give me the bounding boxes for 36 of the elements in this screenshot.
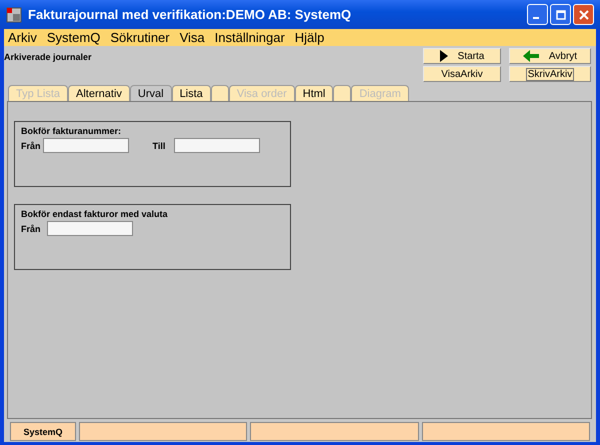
tab[interactable]: Alternativ [68,85,130,101]
section-heading: Arkiverade journaler [4,51,92,64]
action-button[interactable]: VisaArkiv [423,66,501,82]
tab[interactable]: Urval [130,85,172,101]
field-label: Från [21,140,42,150]
tab[interactable]: Html [294,85,334,101]
menu-item[interactable]: Hjälp [294,30,324,45]
menu-item[interactable]: SystemQ [46,30,100,45]
minimize-icon [532,16,538,18]
tab[interactable] [210,85,229,101]
maximize-button[interactable] [550,4,571,25]
window-title: Fakturajournal med verifikation:DEMO AB: SystemQ [28,7,352,22]
action-button[interactable]: Starta [423,48,501,64]
action-button[interactable]: Avbryt [509,48,591,64]
arrow-left-icon [522,50,539,62]
play-icon [440,50,448,62]
menu-item[interactable]: Sökrutiner [110,30,170,45]
minimize-button[interactable] [527,4,548,25]
input-field[interactable] [42,138,128,153]
menu-item[interactable]: Inställningar [214,30,285,45]
input-field[interactable] [47,221,133,236]
menu-item[interactable]: Arkiv [8,30,37,45]
field-label: Till [152,140,166,150]
input-field[interactable] [174,138,260,153]
group-title: Bokför endast fakturor med valuta [21,209,169,219]
group-title: Bokför fakturanummer: [21,126,122,136]
close-button[interactable] [573,4,594,25]
maximize-icon [556,10,566,20]
app-icon [6,6,22,22]
tab[interactable] [333,85,352,101]
close-icon [578,10,588,20]
status-cell: SystemQ [10,422,76,441]
tab[interactable]: Lista [172,85,211,101]
field-label: Från [21,224,42,234]
menu-item[interactable]: Visa [180,30,205,45]
action-button[interactable]: SkrivArkiv [509,66,591,82]
